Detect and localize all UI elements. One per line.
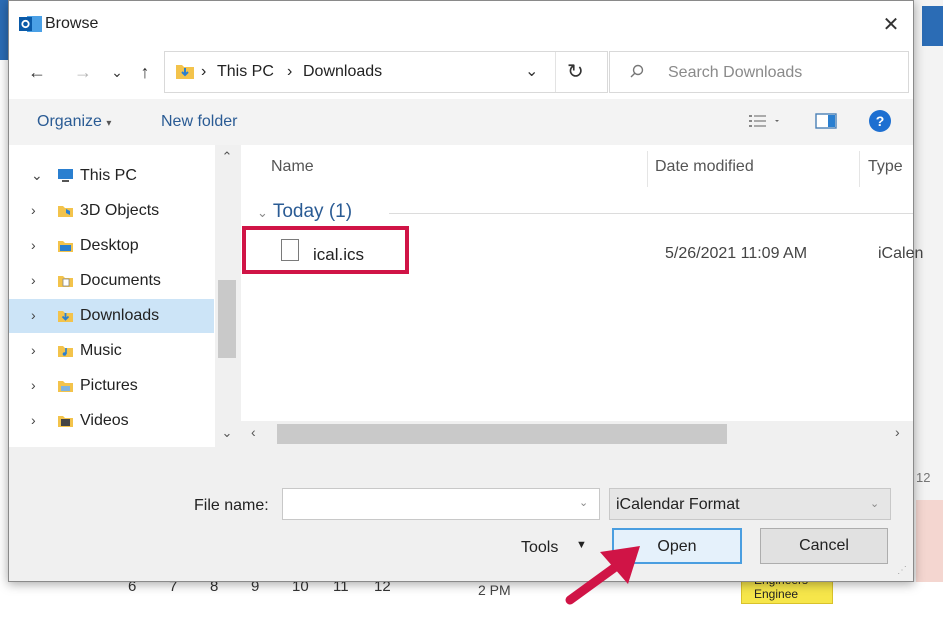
music-folder-icon — [58, 346, 73, 357]
downloads-folder-icon — [176, 65, 194, 79]
pointer-arrow-icon — [565, 546, 640, 605]
tree-item-label: 3D Objects — [80, 202, 160, 219]
refresh-button[interactable]: ↻ — [567, 59, 584, 84]
breadcrumb-separator: › — [201, 63, 207, 80]
address-dropdown-button[interactable]: ⌄ — [525, 61, 538, 81]
navigation-bar: ← → ⌄ ↑ › This PC › Downloads ⌄ ↻ Search… — [9, 47, 913, 99]
tree-item-label: This PC — [80, 167, 137, 184]
resize-grip-icon[interactable]: ⋰ — [897, 565, 907, 576]
group-label: Today (1) — [272, 201, 353, 222]
chevron-right-icon[interactable]: › — [31, 412, 36, 428]
chevron-right-icon[interactable]: › — [31, 377, 36, 393]
chevron-right-icon[interactable]: › — [31, 307, 36, 323]
window-title: Browse — [45, 15, 99, 32]
cancel-button[interactable]: Cancel — [760, 528, 888, 564]
file-name-input[interactable]: ⌄ — [282, 488, 600, 520]
outlook-app-icon — [19, 16, 42, 32]
tree-item-3d-objects[interactable]: › 3D Objects — [9, 194, 214, 228]
chevron-down-icon[interactable]: ⌄ — [579, 496, 588, 509]
scroll-right-icon[interactable]: › — [895, 424, 900, 440]
chevron-down-icon[interactable]: ⌄ — [31, 167, 43, 184]
forward-button[interactable]: → — [71, 59, 95, 85]
tools-button[interactable]: Tools — [521, 539, 558, 557]
scroll-down-icon[interactable]: ⌄ — [219, 425, 235, 441]
tree-item-label: Documents — [80, 272, 161, 289]
tree-item-label: Downloads — [80, 307, 160, 324]
chevron-down-icon: ⌄ — [870, 498, 880, 510]
navigation-pane: ⌄ This PC › 3D Objects › Desktop › Docum… — [9, 145, 239, 447]
tree-item-documents[interactable]: › Documents — [9, 264, 214, 298]
chevron-right-icon[interactable]: › — [31, 202, 36, 218]
chevron-right-icon[interactable]: › — [31, 237, 36, 253]
organize-button[interactable]: Organize ▾ — [37, 113, 111, 131]
chevron-right-icon[interactable]: › — [31, 272, 36, 288]
file-name-label: File name: — [194, 497, 269, 514]
scroll-left-icon[interactable]: ‹ — [251, 424, 256, 440]
tree-item-label: Videos — [80, 412, 129, 429]
downloads-folder-icon — [58, 311, 73, 322]
tree-item-videos[interactable]: › Videos — [9, 404, 214, 438]
close-button[interactable]: ✕ — [877, 11, 905, 39]
3d-objects-folder-icon — [58, 206, 73, 217]
help-button[interactable]: ? — [869, 110, 891, 132]
view-options-icon[interactable] — [747, 111, 783, 131]
organize-label: Organize — [37, 113, 102, 130]
tree-item-label: Pictures — [80, 377, 138, 394]
address-bar[interactable]: › This PC › Downloads ⌄ ↻ — [164, 51, 608, 93]
file-list-pane: Name Date modified Type ⌄ Today (1) ical… — [241, 145, 923, 447]
nav-pane-scrollbar[interactable]: ⌃ ⌄ — [215, 145, 239, 447]
file-type-value: iCalendar Format — [616, 496, 740, 513]
address-divider — [555, 52, 556, 92]
group-divider — [389, 213, 913, 214]
highlight-box — [242, 226, 409, 274]
file-type-select[interactable]: iCalendar Format ⌄ — [609, 488, 891, 520]
preview-pane-icon[interactable] — [815, 111, 837, 131]
tree-item-pictures[interactable]: › Pictures — [9, 369, 214, 403]
search-icon — [630, 64, 644, 78]
chevron-down-icon: ⌄ — [257, 205, 268, 220]
pictures-folder-icon — [58, 381, 73, 392]
file-list-horizontal-scrollbar[interactable]: ‹ › — [241, 421, 913, 447]
column-divider[interactable] — [859, 151, 860, 187]
back-button[interactable]: ← — [25, 59, 49, 85]
command-toolbar: Organize ▾ New folder ? — [9, 99, 913, 145]
tree-item-music[interactable]: › Music — [9, 334, 214, 368]
breadcrumb-downloads[interactable]: Downloads — [303, 63, 382, 81]
documents-folder-icon — [58, 276, 73, 287]
recent-locations-button[interactable]: ⌄ — [105, 59, 129, 85]
file-type: iCalen — [878, 245, 924, 262]
tree-item-label: Desktop — [80, 237, 139, 254]
search-placeholder: Search Downloads — [668, 64, 803, 81]
title-bar: Browse ✕ — [9, 1, 913, 47]
chevron-right-icon[interactable]: › — [31, 342, 36, 358]
chevron-down-icon: ▾ — [106, 118, 112, 129]
browse-dialog: Browse ✕ ← → ⌄ ↑ › This PC › Downloads ⌄… — [8, 0, 923, 582]
tree-item-label: Music — [80, 342, 122, 359]
tree-item-this-pc[interactable]: ⌄ This PC — [9, 159, 214, 193]
scroll-up-icon[interactable]: ⌃ — [219, 149, 235, 165]
scrollbar-thumb[interactable] — [277, 424, 727, 444]
column-divider[interactable] — [647, 151, 648, 187]
background-app-edge — [0, 0, 8, 60]
pc-icon — [58, 169, 73, 182]
desktop-folder-icon — [58, 241, 73, 252]
tree-item-desktop[interactable]: › Desktop — [9, 229, 214, 263]
tree-item-downloads[interactable]: › Downloads — [9, 299, 214, 333]
new-folder-button[interactable]: New folder — [161, 113, 237, 131]
search-box[interactable]: Search Downloads — [609, 51, 909, 93]
background-side-number: 12 — [916, 470, 931, 485]
background-time-label: 2 PM — [478, 582, 511, 598]
up-button[interactable]: ↑ — [133, 59, 157, 85]
file-date-modified: 5/26/2021 11:09 AM — [665, 245, 808, 262]
column-header-date-modified[interactable]: Date modified — [655, 158, 754, 176]
column-header-name[interactable]: Name — [271, 158, 314, 176]
scrollbar-thumb[interactable] — [218, 280, 236, 358]
column-header-type[interactable]: Type — [868, 158, 903, 176]
breadcrumb-separator: › — [287, 63, 293, 80]
breadcrumb-this-pc[interactable]: This PC — [217, 63, 274, 81]
group-header-today[interactable]: ⌄ Today (1) — [257, 201, 352, 223]
videos-folder-icon — [58, 416, 73, 427]
